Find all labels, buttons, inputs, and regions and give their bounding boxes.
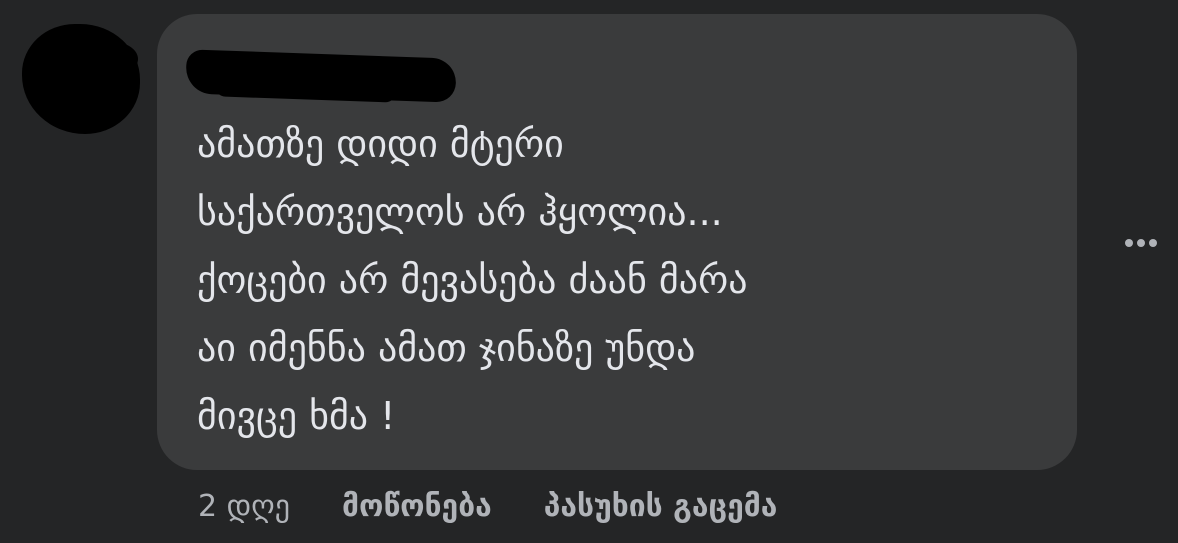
more-horizontal-icon [1149, 239, 1157, 247]
comment-line: ამათზე დიდი მტერი [197, 122, 564, 166]
avatar-redaction [88, 42, 138, 76]
more-options-button[interactable] [1114, 226, 1168, 260]
reply-button[interactable]: პასუხის გაცემა [544, 489, 778, 524]
timestamp[interactable]: 2 დღე [198, 489, 290, 524]
comment-line: ქოცები არ მევასება ძაან მარა [197, 258, 748, 302]
like-button[interactable]: მოწონება [342, 489, 492, 524]
comment-line: აი იმენნა ამათ ჯინაზე უნდა [197, 326, 696, 370]
comment-thread: ამათზე დიდი მტერი საქართველოს არ ჰყოლია.… [0, 0, 1178, 543]
more-horizontal-icon [1137, 239, 1145, 247]
comment-line: საქართველოს არ ჰყოლია... [197, 190, 723, 234]
avatar[interactable] [22, 24, 140, 134]
comment-line: მივცე ხმა ! [197, 394, 396, 438]
comment-actions: 2 დღე მოწონება პასუხის გაცემა [198, 484, 829, 528]
comment-text: ამათზე დიდი მტერი საქართველოს არ ჰყოლია.… [197, 110, 1037, 450]
more-horizontal-icon [1125, 239, 1133, 247]
author-name-redacted[interactable] [185, 49, 457, 103]
